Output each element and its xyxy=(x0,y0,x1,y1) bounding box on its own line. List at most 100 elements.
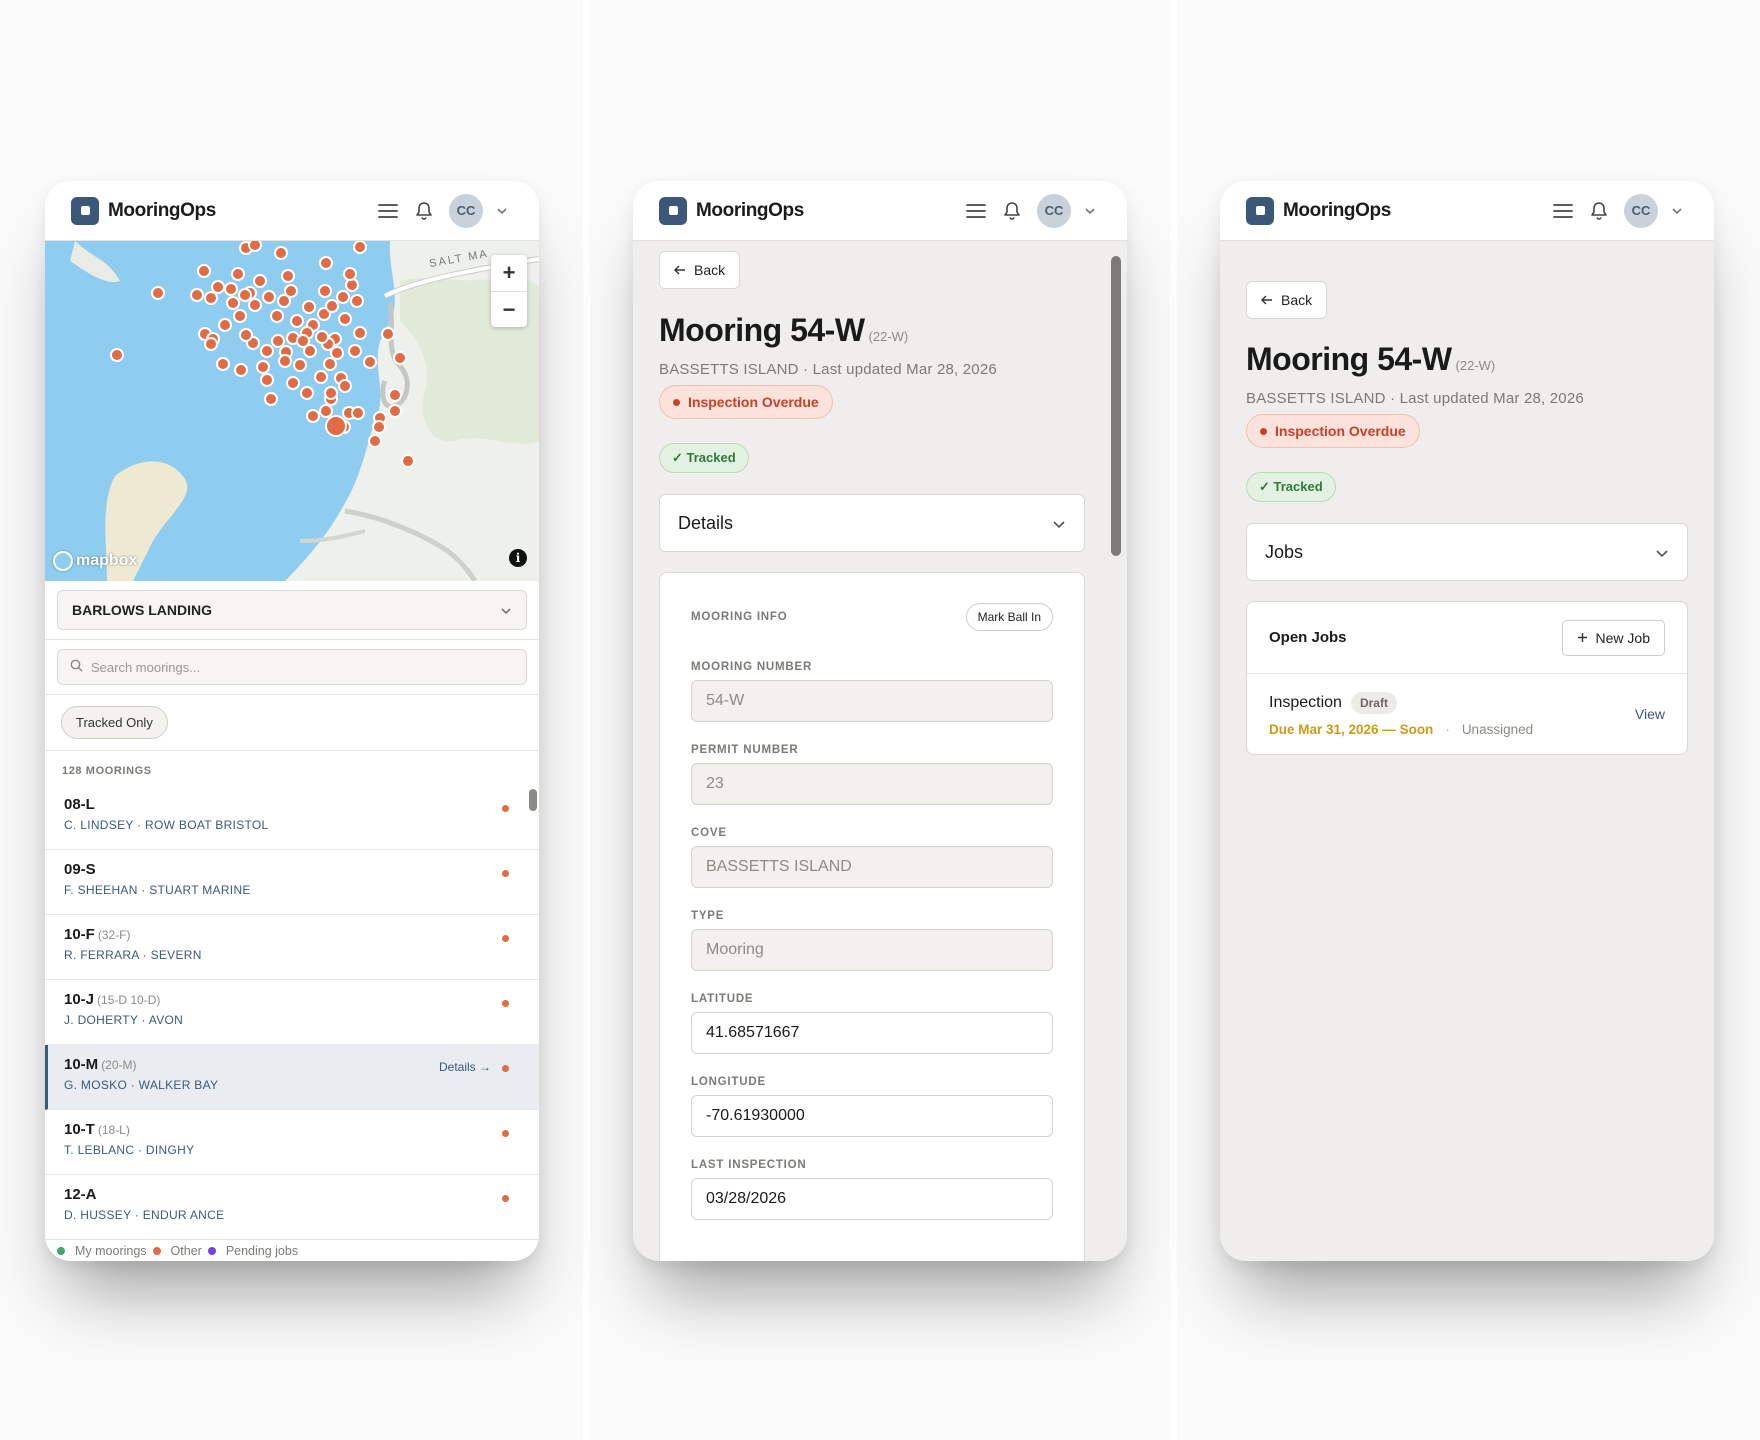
mooring-owner: J. DOHERTY · AVON xyxy=(64,1013,184,1027)
tracked-badge: ✓ Tracked xyxy=(659,443,749,473)
arrow-left-icon xyxy=(674,262,686,278)
back-label: Back xyxy=(1281,292,1313,308)
open-jobs-card: Open Jobs New Job Inspection Draft Due M… xyxy=(1246,601,1688,755)
menu-icon[interactable] xyxy=(965,200,987,222)
field-label: LONGITUDE xyxy=(691,1076,766,1088)
app-logo-icon xyxy=(1246,196,1274,225)
app-logo-icon xyxy=(71,196,99,225)
back-button[interactable]: Back xyxy=(659,251,741,289)
details-section-toggle[interactable]: Details xyxy=(659,494,1085,552)
bell-icon[interactable] xyxy=(1001,200,1023,222)
page-scrollbar[interactable] xyxy=(1111,256,1121,556)
bell-icon[interactable] xyxy=(413,200,435,222)
search-placeholder: Search moorings... xyxy=(91,659,201,675)
jobs-section-toggle[interactable]: Jobs xyxy=(1246,523,1688,581)
list-item[interactable]: 10-F (32-F) R. FERRARA · SEVERN xyxy=(45,915,539,980)
mooring-info-card: MOORING INFO Mark Ball In MOORING NUMBER… xyxy=(659,572,1085,1261)
zoom-out-button[interactable]: − xyxy=(491,291,527,327)
mooring-alias: (18-L) xyxy=(97,1123,130,1137)
field-label: TYPE xyxy=(691,910,725,922)
avatar[interactable]: CC xyxy=(1037,193,1071,228)
mooring-title: Mooring 54-W xyxy=(1246,341,1452,377)
chevron-down-icon[interactable] xyxy=(1666,200,1688,222)
info-icon[interactable]: i xyxy=(509,549,527,567)
open-jobs-title: Open Jobs xyxy=(1269,629,1347,646)
cove-select[interactable]: BARLOWS LANDING xyxy=(57,590,527,630)
mooring-map[interactable]: SALT MA + − mapbox i xyxy=(45,241,539,581)
alert-dot-icon xyxy=(1260,427,1267,435)
status-dot xyxy=(502,1130,509,1137)
tracked-badge: ✓ Tracked xyxy=(1246,472,1336,502)
list-item[interactable]: 12-A D. HUSSEY · ENDUR ANCE xyxy=(45,1175,539,1239)
field-label: LAST INSPECTION xyxy=(691,1159,807,1171)
mooring-owner: G. MOSKO · WALKER BAY xyxy=(64,1078,219,1092)
list-item[interactable]: 09-S F. SHEEHAN · STUART MARINE xyxy=(45,850,539,915)
section-header: MOORING INFO xyxy=(691,611,788,623)
job-meta-separator: · xyxy=(1445,722,1450,737)
section-toggle-label: Details xyxy=(678,512,734,533)
status-badge-label: Inspection Overdue xyxy=(688,394,819,410)
legend-label: My moorings xyxy=(75,1243,147,1258)
avatar[interactable]: CC xyxy=(1624,193,1658,228)
zoom-in-button[interactable]: + xyxy=(491,255,527,291)
top-bar: MooringOps CC xyxy=(1220,181,1714,241)
list-item-selected[interactable]: 10-M (20-M) G. MOSKO · WALKER BAY Details… xyxy=(45,1045,539,1110)
legend-dot-pending-jobs xyxy=(207,1246,216,1255)
list-item[interactable]: 08-L C. LINDSEY · ROW BOAT BRISTOL xyxy=(45,785,539,850)
menu-icon[interactable] xyxy=(1552,200,1574,222)
list-scrollbar[interactable] xyxy=(529,789,537,811)
arrow-left-icon xyxy=(1261,292,1273,308)
status-badge: Inspection Overdue xyxy=(659,385,833,419)
zoom-control: + − xyxy=(491,255,527,327)
back-label: Back xyxy=(694,262,726,278)
app-brand: MooringOps xyxy=(696,199,804,221)
mooring-alias: (20-M) xyxy=(101,1058,137,1072)
list-item[interactable]: 10-J (15-D 10-D) J. DOHERTY · AVON xyxy=(45,980,539,1045)
mooring-owner: T. LEBLANC · DINGHY xyxy=(64,1143,195,1157)
list-controls: BARLOWS LANDING Search moorings... Track… xyxy=(45,581,539,751)
mooring-owner: D. HUSSEY · ENDUR ANCE xyxy=(64,1208,225,1222)
job-title: Inspection xyxy=(1269,694,1342,711)
job-status-badge: Draft xyxy=(1350,692,1397,714)
phone-map-screen: MooringOps CC SALT MA + − mapbox i BARLO… xyxy=(45,181,539,1261)
map-legend: My moorings Other Pending jobs xyxy=(45,1239,539,1261)
mooring-owner: F. SHEEHAN · STUART MARINE xyxy=(64,883,251,897)
status-dot xyxy=(502,1065,509,1072)
status-dot xyxy=(502,1000,509,1007)
longitude-field[interactable]: -70.61930000 xyxy=(691,1095,1053,1137)
mark-ball-in-button[interactable]: Mark Ball In xyxy=(965,603,1053,631)
search-input[interactable]: Search moorings... xyxy=(57,649,527,685)
mapbox-icon xyxy=(53,551,73,571)
job-row[interactable]: Inspection Draft Due Mar 31, 2026 — Soon… xyxy=(1247,674,1687,754)
bell-icon[interactable] xyxy=(1588,200,1610,222)
chevron-down-icon xyxy=(500,602,512,618)
chevron-down-icon[interactable] xyxy=(1079,200,1101,222)
type-field: Mooring xyxy=(691,929,1053,971)
new-job-button[interactable]: New Job xyxy=(1561,619,1665,656)
view-job-link[interactable]: View xyxy=(1635,706,1665,722)
plus-icon xyxy=(1577,630,1588,646)
back-button[interactable]: Back xyxy=(1246,281,1328,319)
tracked-only-filter[interactable]: Tracked Only xyxy=(61,706,168,739)
latitude-field[interactable]: 41.68571667 xyxy=(691,1012,1053,1054)
avatar[interactable]: CC xyxy=(449,193,483,228)
menu-icon[interactable] xyxy=(377,200,399,222)
mooring-number: 10-J xyxy=(64,991,95,1008)
chevron-down-icon[interactable] xyxy=(491,200,513,222)
list-item[interactable]: 10-T (18-L) T. LEBLANC · DINGHY xyxy=(45,1110,539,1175)
mooring-count: 128 MOORINGS xyxy=(62,765,152,777)
mooring-number: 10-M xyxy=(64,1056,99,1073)
status-dot xyxy=(502,1195,509,1202)
field-label: MOORING NUMBER xyxy=(691,661,813,673)
legend-dot-my-moorings xyxy=(57,1246,65,1255)
job-due-date: Due Mar 31, 2026 — Soon xyxy=(1269,722,1434,737)
chevron-down-icon xyxy=(1655,542,1669,563)
legend-label: Other xyxy=(170,1243,202,1258)
details-link[interactable]: Details → xyxy=(439,1060,491,1074)
jobs-content: Back Mooring 54-W (22-W) BASSETTS ISLAND … xyxy=(1220,241,1714,1261)
mooring-alias: (15-D 10-D) xyxy=(97,993,161,1007)
mooring-owner: R. FERRARA · SEVERN xyxy=(64,948,202,962)
last-inspection-date-field[interactable]: 03/28/2026 xyxy=(691,1178,1053,1220)
legend-label: Pending jobs xyxy=(225,1243,299,1258)
status-badge: Inspection Overdue xyxy=(1246,414,1420,448)
